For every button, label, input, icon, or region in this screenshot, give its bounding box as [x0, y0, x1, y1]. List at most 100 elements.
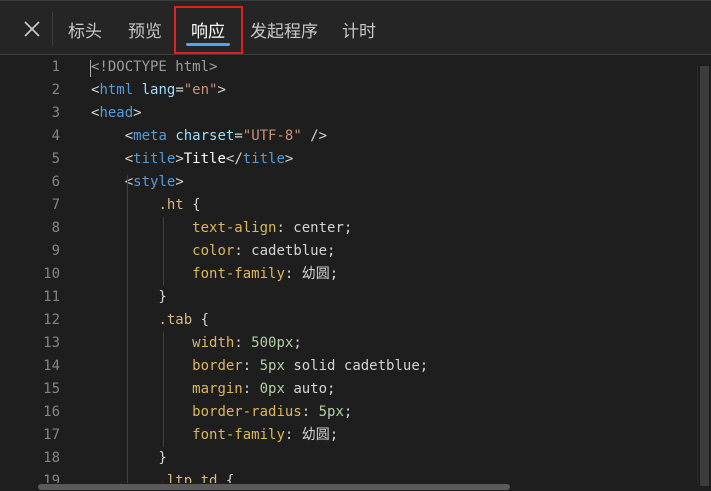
code-token: : 幼圆; [284, 266, 339, 282]
code-token: html [99, 82, 134, 98]
code-line: <html lang="en"> [91, 79, 226, 102]
code-token: > [175, 174, 184, 190]
tab-initiator[interactable]: 发起程序 [246, 8, 322, 50]
code-line: border: 5px solid cadetblue; [91, 355, 428, 378]
code-token: text-align [192, 220, 277, 236]
line-number: 17 [43, 427, 60, 443]
indent-guide [127, 175, 128, 491]
code-token: /> [310, 128, 328, 144]
code-token: title [242, 151, 285, 167]
code-token: "UTF-8" [242, 128, 302, 144]
code-token: Title [183, 151, 226, 167]
code-line: <!DOCTYPE html> [91, 56, 217, 79]
line-number: 10 [43, 266, 60, 282]
code-line: <head> [91, 102, 142, 125]
indent-guide [163, 332, 164, 447]
vertical-scrollbar[interactable] [697, 66, 711, 491]
code-token: : [242, 381, 260, 397]
code-token: <!DOCTYPE html> [91, 59, 218, 75]
code-token: > [217, 82, 226, 98]
code-line: font-family: 幼圆; [91, 263, 338, 286]
tab-label: 计时 [342, 21, 376, 42]
code-token: </ [225, 151, 243, 167]
code-token: > [133, 105, 142, 121]
tab-headers[interactable]: 标头 [62, 8, 108, 50]
code-token: ; [343, 404, 353, 420]
code-token: head [99, 105, 134, 121]
code-token: { [183, 197, 201, 213]
code-token: 500px [251, 335, 294, 351]
close-icon [24, 21, 40, 37]
code-token: font-family [192, 266, 285, 282]
code-token: lang [141, 82, 176, 98]
code-token: : [301, 404, 319, 420]
line-number: 16 [43, 404, 60, 420]
tab-label: 预览 [128, 21, 162, 42]
code-token: > [284, 151, 294, 167]
horizontal-scrollbar-thumb[interactable] [38, 484, 510, 490]
code-token: margin [192, 381, 243, 397]
code-line: <style> [91, 171, 184, 194]
code-token: .ht [158, 197, 184, 213]
code-token: ; [293, 335, 302, 351]
code-token: 5px [318, 404, 344, 420]
tab-timing[interactable]: 计时 [336, 8, 382, 50]
line-number: 13 [43, 335, 60, 351]
code-token: : [234, 335, 252, 351]
code-token: 5px [259, 358, 285, 374]
line-number-gutter: 1 2 3 4 5 6 7 8 9 10 11 12 13 14 15 16 17 18 19 [0, 56, 74, 491]
code-token: 0px [259, 381, 285, 397]
code-line: <title>Title</title> [91, 148, 294, 171]
code-token: > [175, 151, 184, 167]
code-token: .tab [158, 312, 193, 328]
code-token: } [91, 450, 167, 466]
code-token: solid cadetblue; [284, 358, 429, 374]
code-token: : 幼圆; [284, 427, 339, 443]
line-number: 11 [43, 289, 60, 305]
code-line: text-align: center; [91, 217, 352, 240]
line-number: 15 [43, 381, 60, 397]
text-cursor [90, 60, 91, 77]
tab-preview[interactable]: 预览 [122, 8, 168, 50]
line-number: 4 [51, 128, 60, 144]
code-token: color [192, 243, 235, 259]
code-token: < [124, 151, 134, 167]
code-token: title [133, 151, 176, 167]
code-line: <meta charset="UTF-8" /> [91, 125, 327, 148]
indent-guide [163, 217, 164, 286]
code-token: = [175, 82, 184, 98]
line-number: 18 [43, 450, 60, 466]
line-number: 12 [43, 312, 60, 328]
line-number: 2 [51, 82, 60, 98]
code-token: style [133, 174, 176, 190]
tab-label: 标头 [68, 21, 102, 42]
code-token: font-family [192, 427, 285, 443]
code-line: width: 500px; [91, 332, 302, 355]
devtools-tab-bar: 标头 预览 响应 发起程序 计时 [0, 0, 711, 55]
response-code-editor[interactable]: 1 2 3 4 5 6 7 8 9 10 11 12 13 14 15 16 17 18 19 <!DOCTYPE … [0, 56, 711, 491]
line-number: 8 [51, 220, 60, 236]
vertical-scrollbar-thumb[interactable] [700, 66, 709, 486]
line-number: 3 [51, 105, 60, 121]
code-token: border [192, 358, 243, 374]
line-number: 5 [51, 151, 60, 167]
line-number: 14 [43, 358, 60, 374]
code-token: : center; [276, 220, 353, 236]
line-number: 1 [51, 59, 60, 75]
code-token: < [124, 174, 134, 190]
code-line: border-radius: 5px; [91, 401, 352, 424]
close-button[interactable] [12, 12, 53, 46]
code-token: "en" [183, 82, 218, 98]
line-number: 9 [51, 243, 60, 259]
horizontal-scrollbar[interactable] [0, 483, 698, 491]
